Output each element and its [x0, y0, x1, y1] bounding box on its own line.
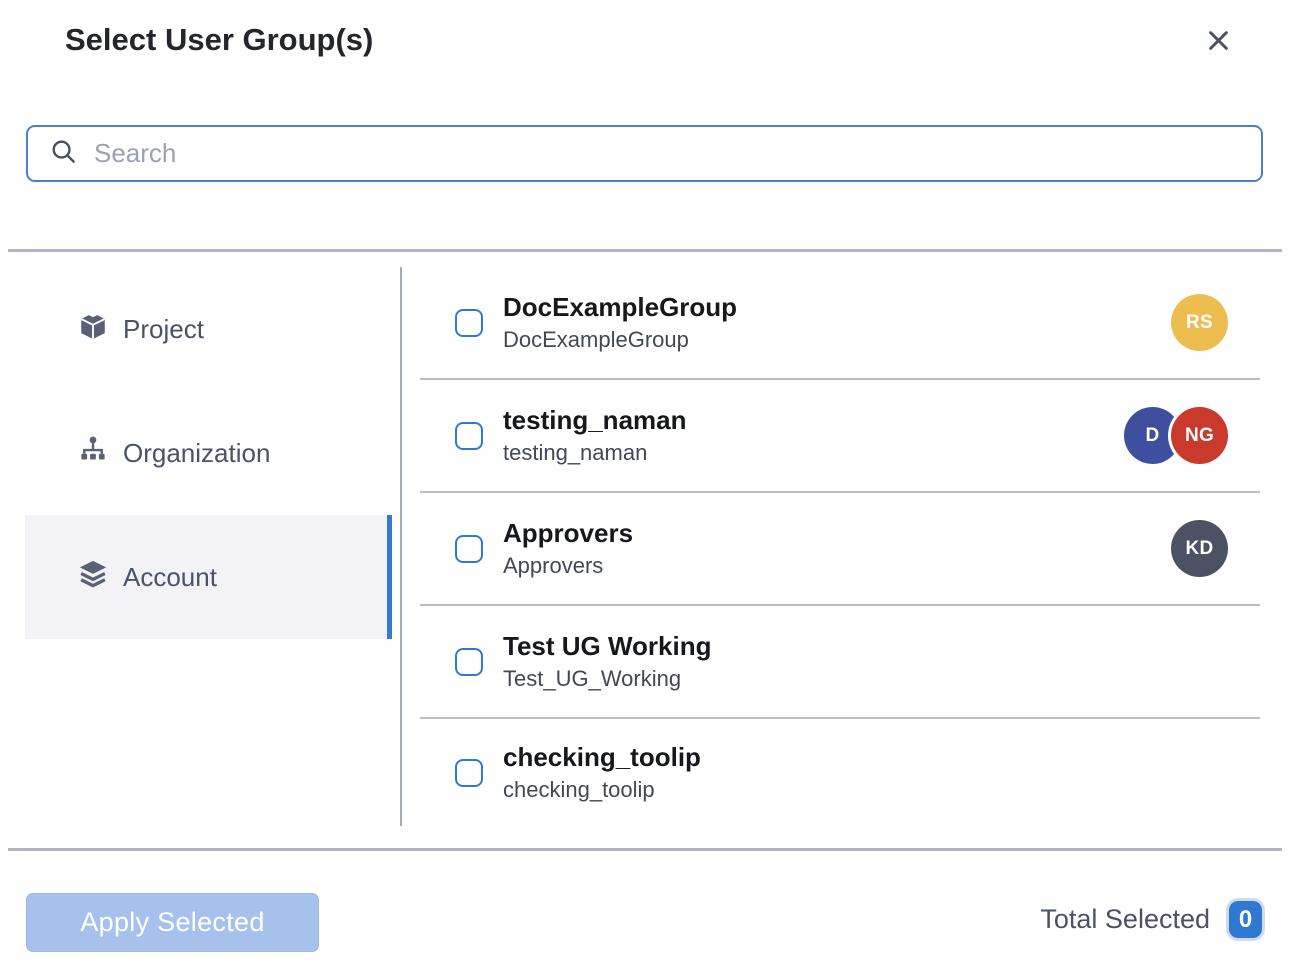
total-selected: Total Selected 0: [1040, 901, 1262, 938]
group-text: testing_naman testing_naman: [503, 406, 687, 465]
group-checkbox[interactable]: [455, 535, 483, 563]
org-chart-icon: [78, 435, 108, 472]
avatar: NG: [1171, 407, 1228, 464]
footer-divider: [8, 848, 1282, 851]
group-text: Approvers Approvers: [503, 519, 633, 578]
select-user-groups-dialog: Select User Group(s): [0, 0, 1290, 970]
avatar-group: KD: [1171, 520, 1228, 577]
sidebar-item-label: Account: [123, 562, 217, 593]
group-name: Test UG Working: [503, 632, 712, 662]
group-checkbox[interactable]: [455, 309, 483, 337]
header-divider: [8, 249, 1282, 252]
group-checkbox[interactable]: [455, 648, 483, 676]
sidebar-item-label: Organization: [123, 438, 270, 469]
cube-icon: [78, 311, 108, 348]
avatar-group: RS: [1171, 294, 1228, 351]
group-subtitle: testing_naman: [503, 440, 687, 465]
avatar: KD: [1171, 520, 1228, 577]
group-row: testing_naman testing_naman DNG: [420, 380, 1260, 493]
sidebar-item-project[interactable]: Project: [25, 267, 392, 391]
group-checkbox[interactable]: [455, 422, 483, 450]
group-subtitle: Test_UG_Working: [503, 666, 712, 691]
apply-selected-button[interactable]: Apply Selected: [26, 893, 319, 952]
group-row: Test UG Working Test_UG_Working: [420, 606, 1260, 719]
close-button[interactable]: [1198, 22, 1238, 62]
sidebar-item-account[interactable]: Account: [25, 515, 392, 639]
group-row: checking_toolip checking_toolip: [420, 719, 1260, 826]
group-name: DocExampleGroup: [503, 293, 737, 323]
group-subtitle: DocExampleGroup: [503, 327, 737, 352]
group-checkbox[interactable]: [455, 759, 483, 787]
dialog-title: Select User Group(s): [65, 22, 373, 58]
avatar-group: DNG: [1124, 407, 1228, 464]
close-icon: [1205, 27, 1232, 57]
search-box: [26, 125, 1263, 182]
group-name: Approvers: [503, 519, 633, 549]
layers-icon: [78, 559, 108, 596]
sidebar-item-organization[interactable]: Organization: [25, 391, 392, 515]
group-row: Approvers Approvers KD: [420, 493, 1260, 606]
total-selected-label: Total Selected: [1040, 904, 1210, 935]
group-row: DocExampleGroup DocExampleGroup RS: [420, 267, 1260, 380]
group-subtitle: checking_toolip: [503, 777, 701, 802]
scope-sidebar: Project Organization: [25, 267, 392, 639]
group-list: DocExampleGroup DocExampleGroup RS testi…: [420, 267, 1260, 826]
group-subtitle: Approvers: [503, 553, 633, 578]
group-text: DocExampleGroup DocExampleGroup: [503, 293, 737, 352]
group-name: checking_toolip: [503, 743, 701, 773]
group-text: checking_toolip checking_toolip: [503, 743, 701, 802]
avatar: RS: [1171, 294, 1228, 351]
sidebar-item-label: Project: [123, 314, 204, 345]
sidebar-divider: [400, 267, 402, 826]
total-selected-badge: 0: [1229, 901, 1262, 938]
group-text: Test UG Working Test_UG_Working: [503, 632, 712, 691]
search-icon: [50, 138, 77, 170]
search-input[interactable]: [94, 138, 1243, 169]
group-name: testing_naman: [503, 406, 687, 436]
